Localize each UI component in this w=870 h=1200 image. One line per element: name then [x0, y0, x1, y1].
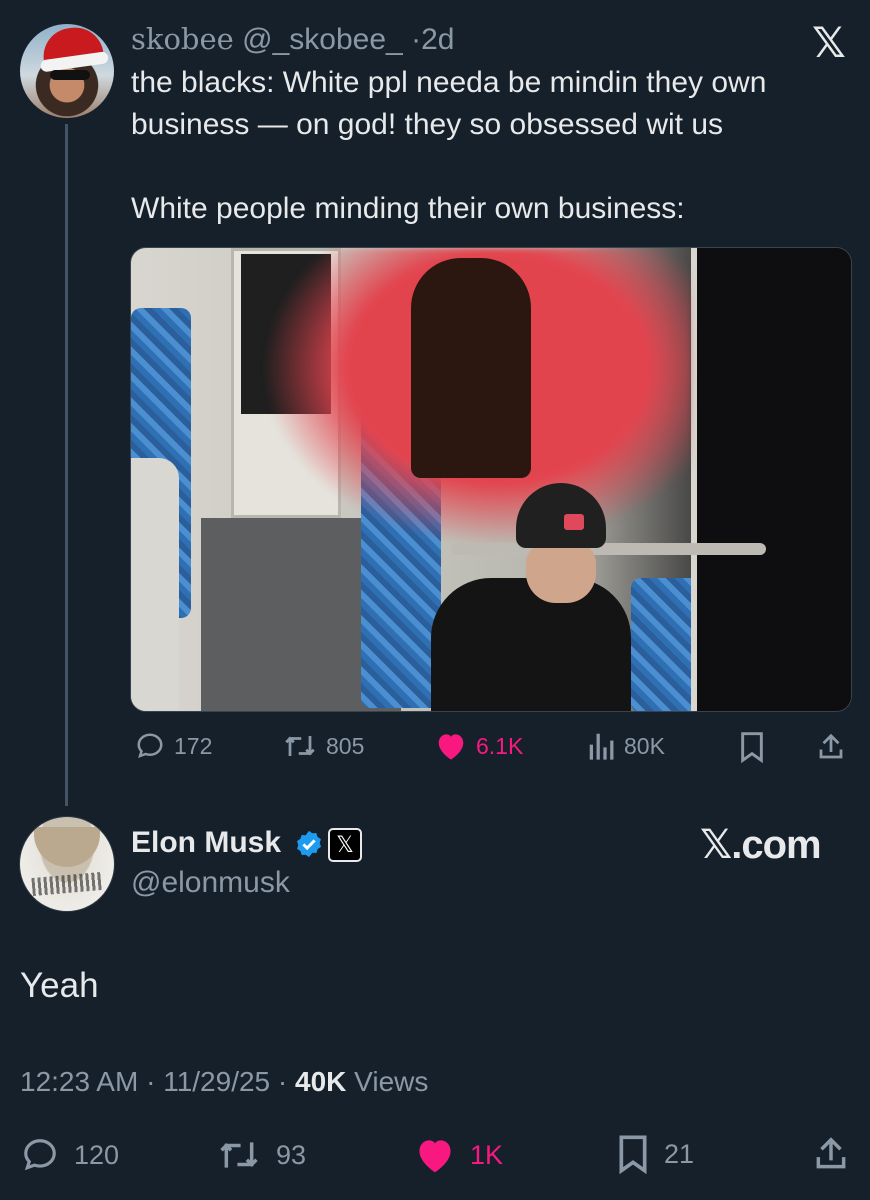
reply-icon [137, 733, 163, 759]
parent-text-line: business — on god! they so obsessed wit … [131, 108, 724, 141]
main-tweet-text: Yeah [20, 966, 99, 1005]
seat-rail [451, 543, 766, 555]
parent-display-name[interactable]: skobee [131, 22, 234, 56]
main-handle[interactable]: @elonmusk [131, 866, 290, 900]
avatar-art [34, 827, 100, 867]
share-button[interactable] [812, 1134, 850, 1174]
verified-icon [297, 830, 321, 858]
tweet-meta: 12:23 AM · 11/29/25 · 40K Views [20, 1066, 428, 1098]
views-count: 40K [295, 1066, 347, 1097]
separator-dot: · [411, 23, 422, 56]
cap-logo [564, 514, 584, 530]
sunglasses [50, 70, 90, 80]
parent-header: skobee @_skobee_ ·2d [131, 22, 454, 57]
repost-count: 805 [326, 732, 365, 759]
seated-person [431, 578, 631, 711]
like-count: 6.1K [476, 732, 524, 759]
views-icon [589, 733, 614, 760]
santa-hat [39, 24, 105, 67]
parent-bookmark-button[interactable] [738, 731, 766, 763]
parent-repost-button[interactable]: 805 [282, 731, 364, 761]
separator-dot: · [277, 1066, 288, 1097]
person-hair [411, 258, 531, 478]
separator-dot: · [146, 1066, 156, 1097]
repost-button[interactable]: 93 [216, 1136, 306, 1174]
parent-reply-button[interactable]: 172 [134, 731, 212, 761]
like-button[interactable]: 1K [414, 1136, 503, 1174]
parent-text-line: White people minding their own business: [131, 192, 685, 225]
views-count: 80K [624, 732, 665, 759]
person-left [131, 458, 179, 711]
parent-views-button[interactable]: 80K [588, 731, 665, 761]
bookmark-count: 21 [664, 1138, 695, 1169]
tweet-time[interactable]: 12:23 AM [20, 1066, 138, 1097]
like-count: 1K [470, 1139, 504, 1170]
parent-like-button[interactable]: 6.1K [434, 731, 523, 761]
train-window [691, 248, 851, 711]
heart-icon [438, 734, 464, 760]
parent-avatar[interactable] [20, 24, 114, 118]
parent-share-button[interactable] [816, 731, 846, 763]
repost-count: 93 [276, 1139, 307, 1170]
bookmark-icon [741, 732, 763, 763]
tweet-media-image[interactable] [130, 247, 852, 712]
thread-line [65, 124, 68, 806]
reply-icon [24, 1139, 56, 1171]
reply-count: 120 [74, 1139, 120, 1170]
repost-icon [285, 736, 315, 756]
reply-button[interactable]: 120 [20, 1136, 119, 1174]
affiliate-badge-icon[interactable]: 𝕏 [328, 828, 362, 862]
xcom-brand-text: 𝕏.com [700, 823, 822, 867]
tweet-date[interactable]: 11/29/25 [163, 1066, 270, 1097]
seated-person-face [526, 543, 596, 603]
repost-icon [220, 1142, 258, 1168]
parent-time[interactable]: 2d [421, 23, 454, 56]
parent-text-line: the blacks: White ppl needa be mindin th… [131, 66, 767, 99]
views-label: Views [354, 1066, 429, 1097]
parent-handle[interactable]: @_skobee_ [242, 23, 403, 56]
main-avatar[interactable] [19, 816, 115, 912]
share-icon [819, 733, 843, 759]
share-icon [816, 1137, 846, 1169]
bookmark-button[interactable]: 21 [616, 1134, 694, 1174]
reply-count: 172 [174, 732, 213, 759]
bookmark-icon [619, 1135, 647, 1174]
x-logo-icon[interactable]: 𝕏 [812, 18, 846, 67]
avatar-scribble [31, 871, 103, 897]
main-display-name[interactable]: Elon Musk [131, 826, 281, 860]
heart-icon [419, 1140, 451, 1173]
